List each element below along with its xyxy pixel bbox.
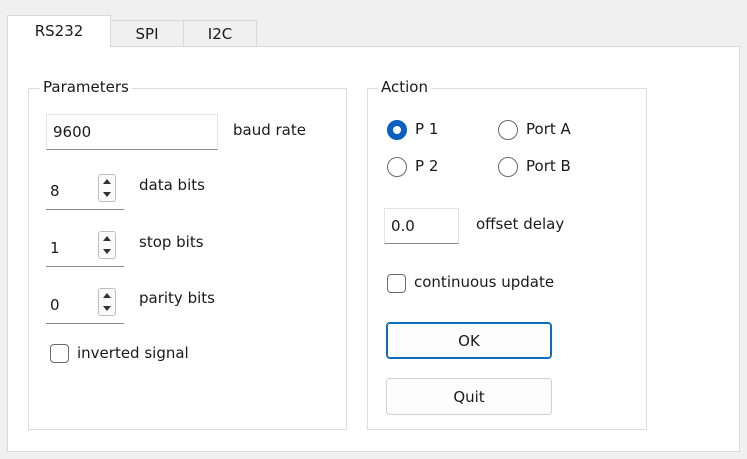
continuous-update-checkbox[interactable] <box>387 274 406 293</box>
spin-down-arrow-icon[interactable] <box>99 245 115 258</box>
stop-bits-underline <box>96 266 124 267</box>
port-a-radio-label[interactable]: Port A <box>526 120 571 138</box>
quit-button-label: Quit <box>453 387 485 406</box>
p2-radio-label[interactable]: P 2 <box>415 157 438 175</box>
offset-delay-label: offset delay <box>476 215 565 233</box>
spin-down-arrow-icon[interactable] <box>99 302 115 315</box>
inverted-signal-checkbox[interactable] <box>50 344 69 363</box>
ok-button[interactable]: OK <box>386 322 552 359</box>
tab-spi[interactable]: SPI <box>110 20 184 47</box>
continuous-update-label[interactable]: continuous update <box>414 273 554 291</box>
stop-bits-value: 1 <box>50 238 60 257</box>
parity-bits-spinner <box>98 288 116 316</box>
ok-button-label: OK <box>458 331 480 350</box>
inverted-signal-label[interactable]: inverted signal <box>77 344 189 362</box>
data-bits-value: 8 <box>50 181 60 200</box>
p1-radio[interactable] <box>387 120 407 140</box>
stop-bits-label: stop bits <box>139 233 204 251</box>
tab-i2c[interactable]: I2C <box>183 20 257 47</box>
action-group-title: Action <box>378 78 431 96</box>
spin-up-arrow-icon[interactable] <box>99 232 115 245</box>
stop-bits-spinner <box>98 231 116 259</box>
tab-rs232[interactable]: RS232 <box>7 15 111 47</box>
port-b-radio[interactable] <box>498 157 518 177</box>
parity-bits-label: parity bits <box>139 289 215 307</box>
parameters-group-title: Parameters <box>40 78 132 96</box>
data-bits-input[interactable]: 8 <box>46 172 96 210</box>
stop-bits-input[interactable]: 1 <box>46 229 96 267</box>
quit-button[interactable]: Quit <box>386 378 552 415</box>
data-bits-spinner <box>98 174 116 202</box>
data-bits-underline <box>96 209 124 210</box>
p2-radio[interactable] <box>387 157 407 177</box>
port-b-radio-label[interactable]: Port B <box>526 157 571 175</box>
baud-rate-value: 9600 <box>53 123 92 141</box>
offset-delay-value: 0.0 <box>391 217 415 235</box>
offset-delay-input[interactable]: 0.0 <box>384 208 459 244</box>
p1-radio-label[interactable]: P 1 <box>415 120 438 138</box>
baud-rate-input[interactable]: 9600 <box>46 114 218 150</box>
spin-up-arrow-icon[interactable] <box>99 175 115 188</box>
parity-bits-input[interactable]: 0 <box>46 286 96 324</box>
spin-up-arrow-icon[interactable] <box>99 289 115 302</box>
parity-bits-value: 0 <box>50 295 60 314</box>
tab-label: I2C <box>207 25 233 43</box>
port-a-radio[interactable] <box>498 120 518 140</box>
tab-label: RS232 <box>34 22 84 40</box>
spin-down-arrow-icon[interactable] <box>99 188 115 201</box>
data-bits-label: data bits <box>139 176 205 194</box>
baud-rate-label: baud rate <box>233 121 306 139</box>
parity-bits-underline <box>96 323 124 324</box>
tab-label: SPI <box>135 25 159 43</box>
